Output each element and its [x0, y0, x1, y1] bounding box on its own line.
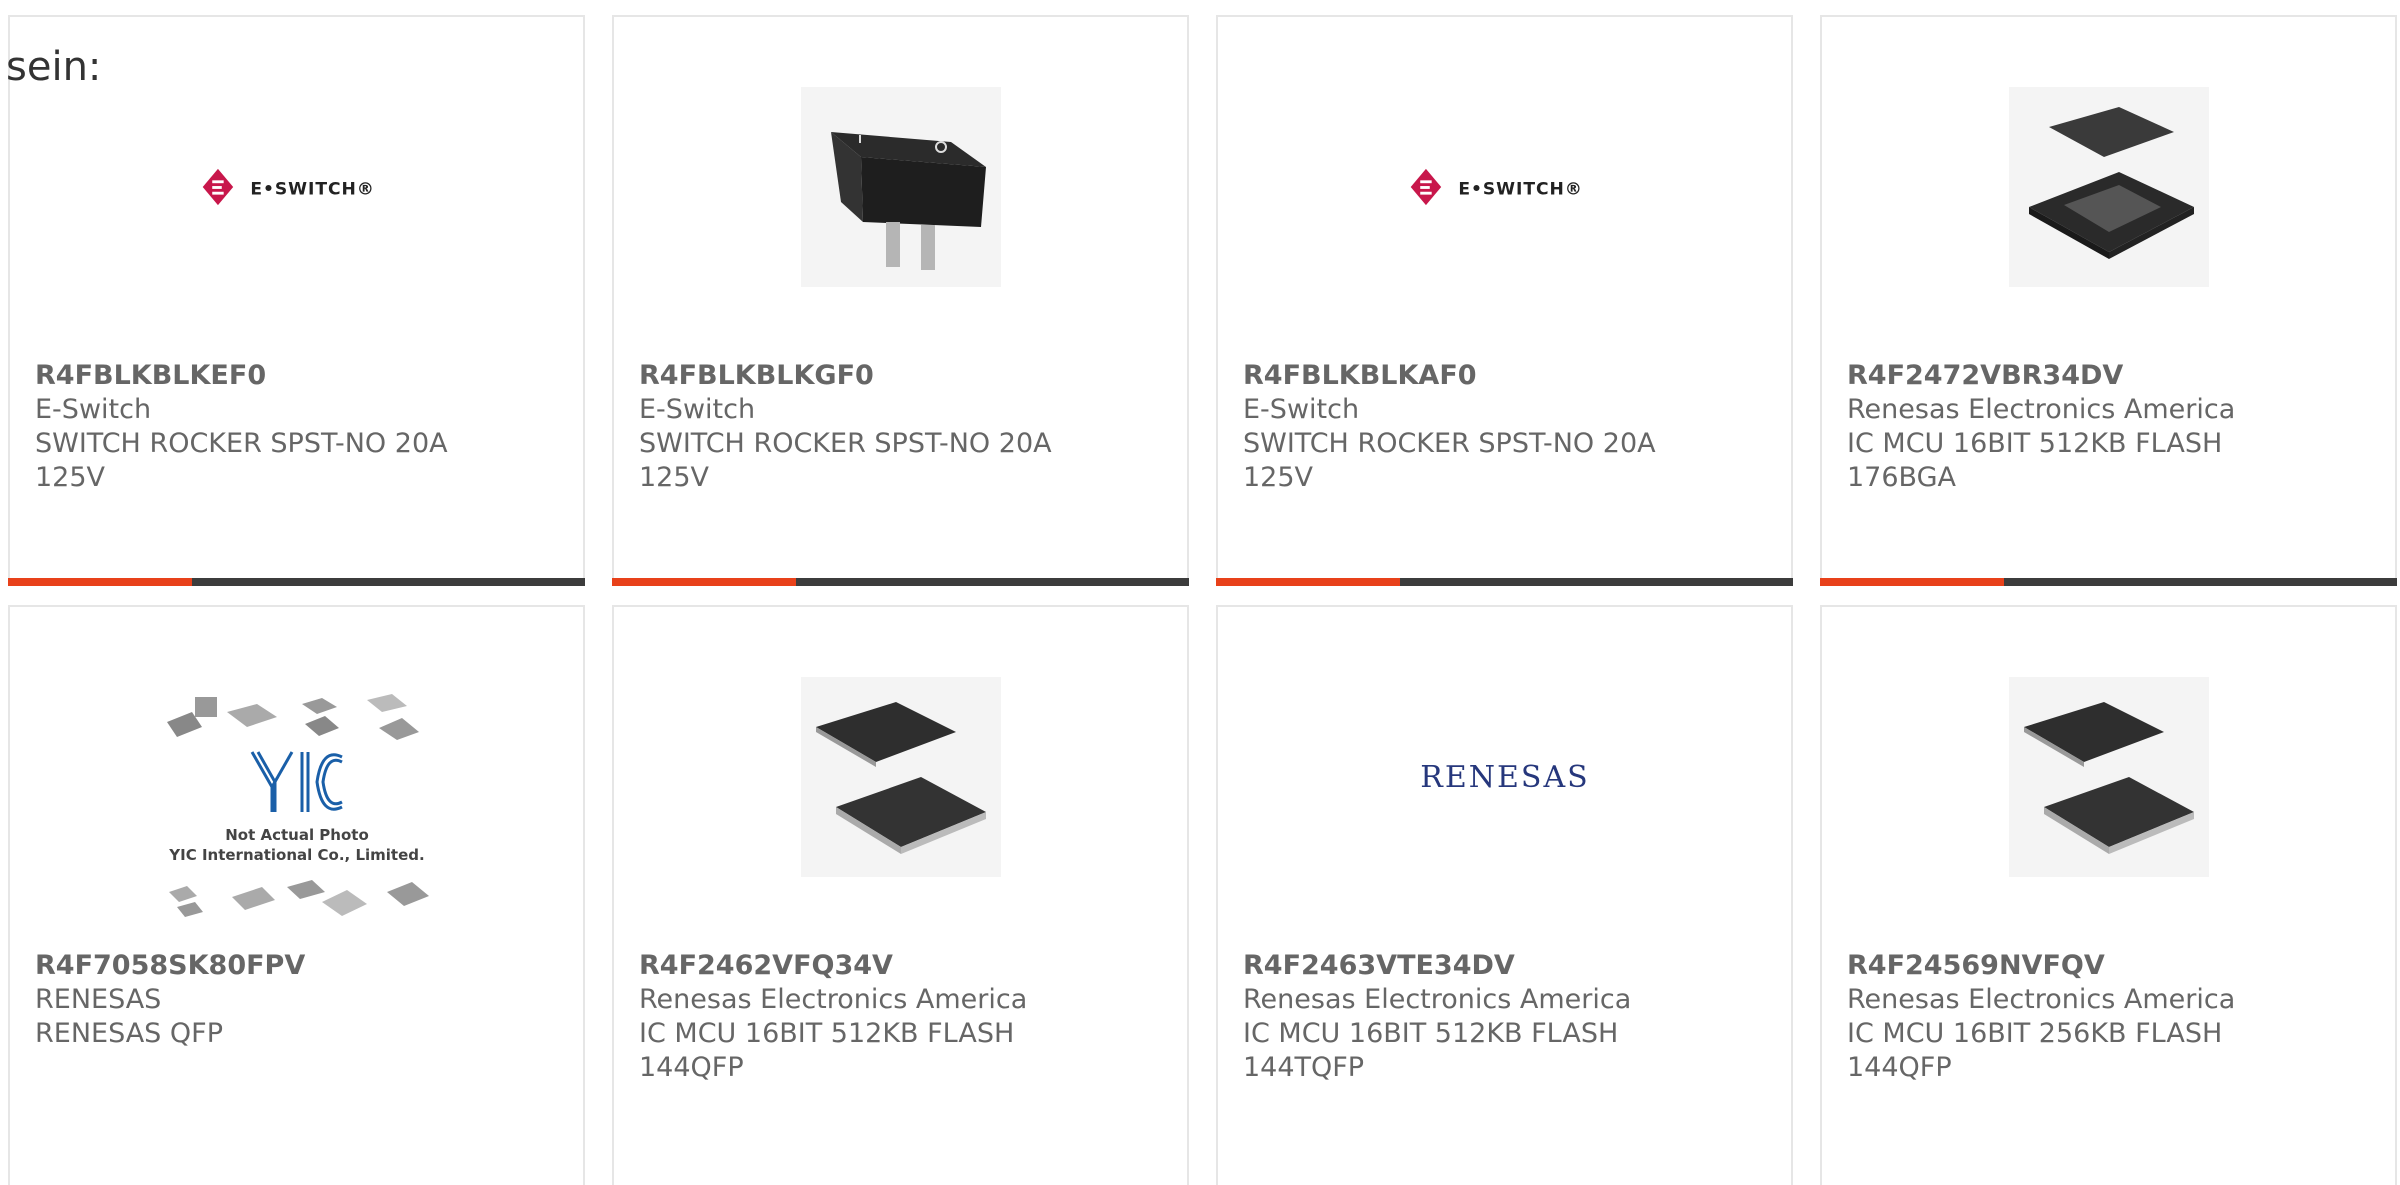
svg-text:Not Actual Photo: Not Actual Photo — [225, 826, 369, 844]
part-number[interactable]: R4FBLKBLKAF0 — [1243, 359, 1781, 393]
manufacturer: Renesas Electronics America — [639, 984, 1028, 1015]
renesas-logo[interactable]: RENESAS — [1395, 677, 1615, 877]
product-card[interactable]: R4FBLKBLKGF0 E-Switch SWITCH ROCKER SPST… — [612, 15, 1189, 586]
part-number[interactable]: R4F2472VBR34DV — [1847, 359, 2385, 393]
part-number[interactable]: R4FBLKBLKEF0 — [35, 359, 573, 393]
description: SWITCH ROCKER SPST-NO 20A — [1243, 428, 1656, 459]
qfp-chip-photo[interactable] — [800, 677, 1001, 877]
description-cont: 144QFP — [1847, 1052, 1952, 1083]
card-accent-bar — [8, 578, 585, 586]
manufacturer: RENESAS — [35, 984, 162, 1015]
qfp-chip-photo[interactable] — [2008, 677, 2209, 877]
product-card[interactable]: Not Actual Photo YIC International Co., … — [8, 605, 585, 1185]
card-accent-bar — [612, 578, 1189, 586]
part-number[interactable]: R4F2462VFQ34V — [639, 949, 1177, 983]
description-cont: 144TQFP — [1243, 1052, 1365, 1083]
svg-text:E•SWITCH®: E•SWITCH® — [250, 180, 375, 200]
svg-text:RENESAS: RENESAS — [1420, 760, 1589, 795]
e-switch-logo[interactable]: E•SWITCH® — [1405, 87, 1605, 287]
bga-chip-photo[interactable] — [2008, 87, 2209, 287]
product-card[interactable]: RENESAS R4F2463VTE34DV Renesas Electroni… — [1216, 605, 1793, 1185]
description: RENESAS QFP — [35, 1018, 223, 1049]
product-card[interactable]: R4F24569NVFQV Renesas Electronics Americ… — [1820, 605, 2397, 1185]
description-cont: 125V — [35, 462, 106, 493]
description: IC MCU 16BIT 512KB FLASH — [1847, 428, 2223, 459]
description: IC MCU 16BIT 512KB FLASH — [1243, 1018, 1619, 1049]
description: IC MCU 16BIT 256KB FLASH — [1847, 1018, 2223, 1049]
description: IC MCU 16BIT 512KB FLASH — [639, 1018, 1015, 1049]
manufacturer: Renesas Electronics America — [1847, 984, 2236, 1015]
manufacturer: E-Switch — [639, 394, 756, 425]
card-accent-bar — [1820, 578, 2397, 586]
card-accent-bar — [1216, 578, 1793, 586]
rocker-switch-photo[interactable] — [800, 87, 1001, 287]
manufacturer: E-Switch — [35, 394, 152, 425]
description-cont: 125V — [639, 462, 710, 493]
yic-placeholder-image[interactable]: Not Actual Photo YIC International Co., … — [157, 692, 437, 932]
part-number[interactable]: R4F7058SK80FPV — [35, 949, 573, 983]
product-card[interactable]: R4F2472VBR34DV Renesas Electronics Ameri… — [1820, 15, 2397, 586]
description-cont: 144QFP — [639, 1052, 744, 1083]
part-number[interactable]: R4FBLKBLKGF0 — [639, 359, 1177, 393]
description-cont: 125V — [1243, 462, 1314, 493]
product-card[interactable]: E•SWITCH® R4FBLKBLKAF0 E-Switch SWITCH R… — [1216, 15, 1793, 586]
manufacturer: Renesas Electronics America — [1847, 394, 2236, 425]
description-cont: 176BGA — [1847, 462, 1956, 493]
product-card[interactable]: R4F2462VFQ34V Renesas Electronics Americ… — [612, 605, 1189, 1185]
product-card[interactable]: E•SWITCH® R4FBLKBLKEF0 E-Switch SWITCH R… — [8, 15, 585, 586]
manufacturer: E-Switch — [1243, 394, 1360, 425]
part-number[interactable]: R4F24569NVFQV — [1847, 949, 2385, 983]
manufacturer: Renesas Electronics America — [1243, 984, 1632, 1015]
svg-text:E•SWITCH®: E•SWITCH® — [1458, 180, 1583, 200]
description: SWITCH ROCKER SPST-NO 20A — [639, 428, 1052, 459]
svg-text:YIC International Co., Limited: YIC International Co., Limited. — [168, 846, 424, 864]
part-number[interactable]: R4F2463VTE34DV — [1243, 949, 1781, 983]
e-switch-logo[interactable]: E•SWITCH® — [197, 87, 397, 287]
intro-text: sein: — [6, 44, 102, 90]
description: SWITCH ROCKER SPST-NO 20A — [35, 428, 448, 459]
